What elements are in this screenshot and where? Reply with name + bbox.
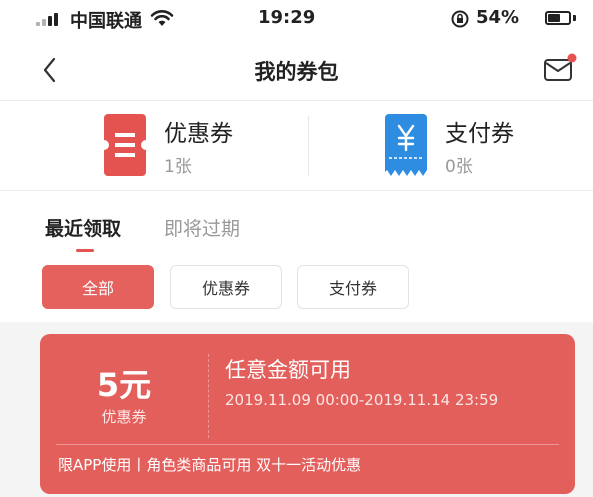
coupon-horizontal-divider <box>56 444 559 445</box>
summary-payment-count: 0张 <box>445 157 473 177</box>
summary-divider <box>308 116 309 176</box>
summary-bottom-divider <box>0 190 593 191</box>
battery-tip <box>573 15 576 21</box>
signal-strength-icon <box>36 12 62 26</box>
page-title: 我的券包 <box>254 60 339 84</box>
battery-percentage: 54% <box>476 7 520 28</box>
battery-icon <box>545 11 571 25</box>
filter-payment[interactable]: 支付券 <box>297 265 409 309</box>
unread-dot <box>567 53 577 63</box>
summary-coupon-count: 1张 <box>164 157 192 177</box>
wifi-icon <box>150 9 174 31</box>
coupon-usage-note: 限APP使用丨角色类商品可用 双十一活动优惠 <box>58 456 362 474</box>
coupon-title: 任意金额可用 <box>225 358 351 382</box>
status-bar: 中国联通 19:29 54% <box>0 0 593 40</box>
filter-all[interactable]: 全部 <box>42 265 154 309</box>
coupon-vertical-divider <box>208 354 209 438</box>
coupon-validity-period: 2019.11.09 00:00-2019.11.14 23:59 <box>225 391 499 409</box>
carrier-name: 中国联通 <box>70 11 142 32</box>
clock-time: 19:29 <box>258 7 316 28</box>
coupon-card[interactable]: 5元 优惠券 任意金额可用 2019.11.09 00:00-2019.11.1… <box>40 334 575 494</box>
summary-payment[interactable]: 支付券 0张 <box>385 108 565 184</box>
tab-recent[interactable]: 最近领取 <box>45 214 121 241</box>
active-tab-indicator <box>76 249 94 252</box>
rotation-lock-icon <box>450 9 470 33</box>
coupon-type: 优惠券 <box>101 408 147 426</box>
yen-ticket-icon <box>385 114 427 176</box>
coupon-amount: 5元 <box>96 366 152 404</box>
header-divider <box>0 100 593 101</box>
messages-button[interactable] <box>542 53 578 85</box>
summary-payment-label: 支付券 <box>445 121 514 147</box>
mail-icon <box>544 53 577 81</box>
tab-expiring[interactable]: 即将过期 <box>164 214 240 241</box>
coupon-ticket-icon <box>104 114 146 176</box>
filter-coupon[interactable]: 优惠券 <box>170 265 282 309</box>
summary-coupon-label: 优惠券 <box>164 121 233 147</box>
summary-coupon[interactable]: 优惠券 1张 <box>104 108 284 184</box>
